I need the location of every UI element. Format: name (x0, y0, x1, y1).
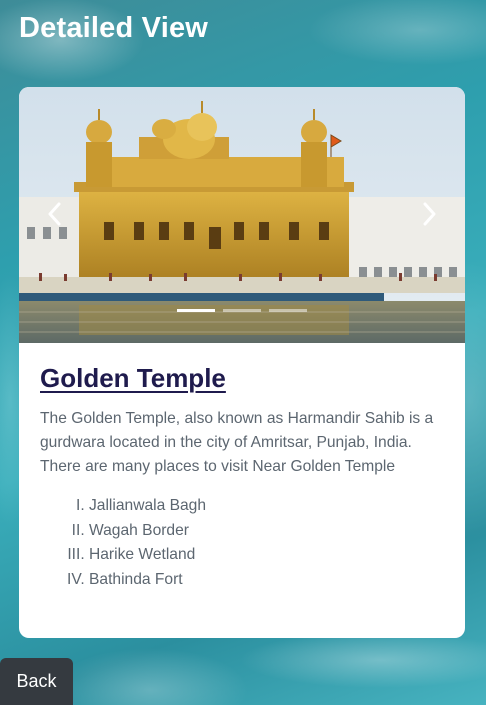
image-carousel[interactable] (19, 87, 465, 343)
detail-card: Golden Temple The Golden Temple, also kn… (19, 87, 465, 638)
list-item: Harike Wetland (89, 543, 445, 568)
carousel-indicator-2[interactable] (223, 309, 261, 312)
carousel-next-button[interactable] (415, 199, 445, 229)
chevron-right-icon (423, 202, 436, 226)
chevron-left-icon (48, 202, 61, 226)
golden-temple-photo (19, 87, 465, 343)
place-title-link[interactable]: Golden Temple (40, 363, 226, 394)
nearby-places-list: Jallianwala Bagh Wagah Border Harike Wet… (40, 494, 445, 592)
back-button[interactable]: Back (0, 658, 73, 705)
page-title: Detailed View (19, 12, 209, 44)
card-body: Golden Temple The Golden Temple, also kn… (19, 343, 465, 592)
list-item: Wagah Border (89, 519, 445, 544)
carousel-indicator-3[interactable] (269, 309, 307, 312)
list-item: Jallianwala Bagh (89, 494, 445, 519)
carousel-indicators (19, 309, 465, 312)
place-description: The Golden Temple, also known as Harmand… (40, 410, 434, 475)
carousel-indicator-1[interactable] (177, 309, 215, 312)
carousel-prev-button[interactable] (39, 199, 69, 229)
list-item: Bathinda Fort (89, 568, 445, 593)
